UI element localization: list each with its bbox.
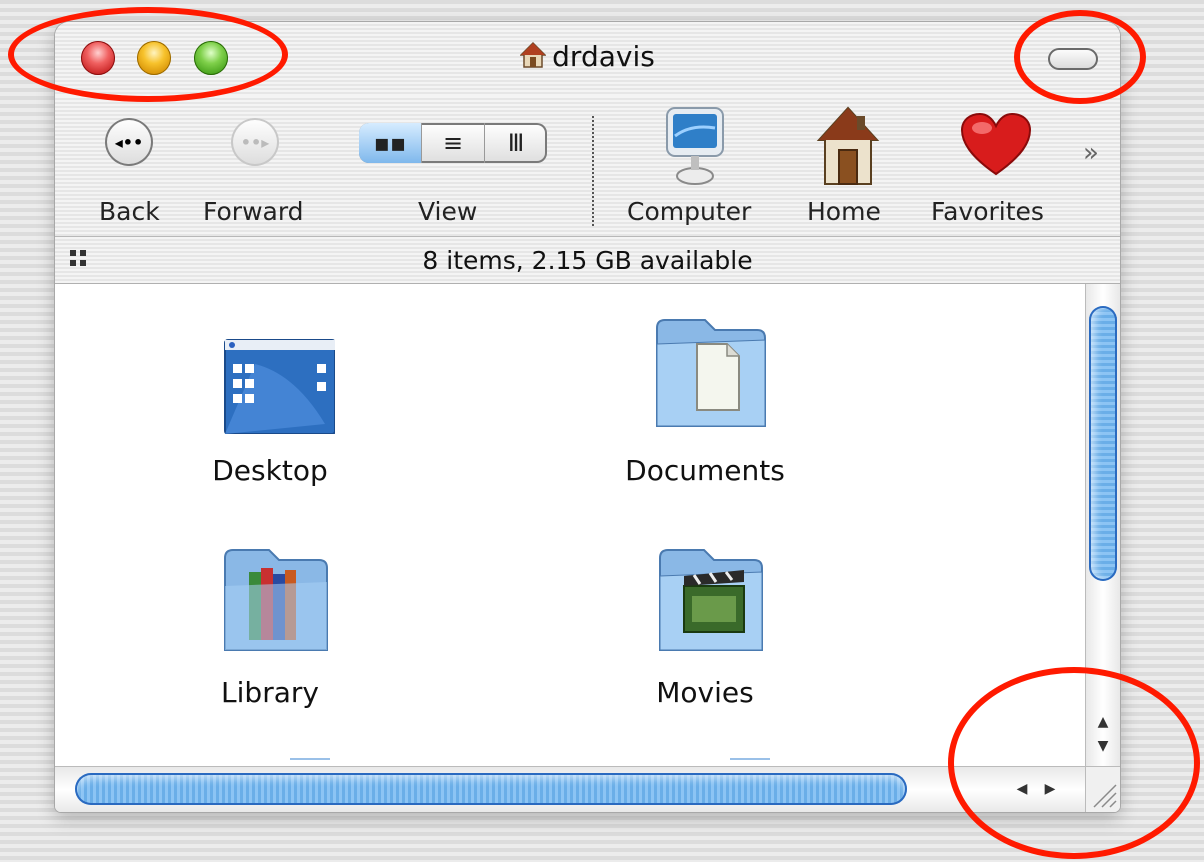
favorites-button[interactable] [960,112,1032,178]
favorites-label: Favorites [931,197,1044,226]
horizontal-scroll-thumb[interactable] [75,773,907,805]
list-view-button[interactable]: ≡ [422,123,485,163]
forward-button[interactable]: ••▸ [231,118,279,166]
desktop-folder-icon [224,339,336,435]
columns-icon: Ⅲ [507,129,525,157]
heart-icon [960,112,1032,176]
view-mode-segmented-control[interactable]: ▪▪ ≡ Ⅲ [359,123,547,163]
home-label: Home [807,197,881,226]
double-chevron-right-icon[interactable]: » [1083,138,1099,168]
computer-label: Computer [627,197,752,226]
status-bar: 8 items, 2.15 GB available [55,237,1120,284]
file-item-library[interactable]: Library [185,546,355,709]
back-button[interactable]: ◂•• [105,118,153,166]
toolbar: ◂•• Back ••▸ Forward ▪▪ ≡ Ⅲ View Compute… [55,96,1120,237]
file-item-documents[interactable]: Documents [620,314,790,487]
scroll-up-arrow-icon[interactable]: ▲ [1086,714,1120,736]
partial-folder-icon [290,758,330,766]
finder-window: drdavis ◂•• Back ••▸ Forward ▪▪ ≡ Ⅲ View [55,22,1120,812]
computer-button[interactable] [661,106,731,186]
resize-grip-icon [1093,784,1117,808]
library-folder-icon [224,549,328,651]
resize-grip[interactable] [1085,766,1120,812]
horizontal-scrollbar[interactable]: ◀ ▶ [55,766,1086,812]
toolbar-toggle-button[interactable] [1048,48,1098,70]
icon-view-button[interactable]: ▪▪ [359,123,422,163]
file-browser-content: Desktop Documents Library Movies [55,284,1085,766]
file-label-library: Library [221,676,319,709]
column-view-button[interactable]: Ⅲ [485,123,547,163]
movies-folder-icon [659,549,763,651]
window-title: drdavis [552,40,655,73]
home-button[interactable] [815,104,881,188]
file-label-desktop: Desktop [212,454,328,487]
window-title-area: drdavis [55,40,1120,76]
partial-folder-icon [730,758,770,766]
scroll-left-arrow-icon[interactable]: ◀ [1011,775,1033,803]
documents-folder-icon [656,319,766,427]
forward-label: Forward [203,197,304,226]
file-item-movies[interactable]: Movies [620,546,790,709]
list-lines-icon: ≡ [442,129,464,157]
view-label: View [418,197,478,226]
status-text: 8 items, 2.15 GB available [422,246,753,275]
title-bar[interactable]: drdavis [55,22,1120,96]
file-label-documents: Documents [625,454,785,487]
scroll-right-arrow-icon[interactable]: ▶ [1039,775,1061,803]
icon-grid-icon: ▪▪ [373,129,407,157]
file-item-desktop[interactable]: Desktop [185,334,355,487]
computer-icon [666,107,724,185]
back-label: Back [99,197,160,226]
file-label-movies: Movies [656,676,754,709]
back-arrow-icon: ◂•• [114,132,144,152]
vertical-scrollbar[interactable]: ▲ ▼ [1085,284,1120,766]
toolbar-separator [592,116,594,226]
home-folder-icon [519,41,547,76]
scroll-down-arrow-icon[interactable]: ▼ [1086,738,1120,760]
vertical-scroll-thumb[interactable] [1089,306,1117,581]
forward-arrow-icon: ••▸ [240,132,270,152]
home-icon [816,106,880,185]
